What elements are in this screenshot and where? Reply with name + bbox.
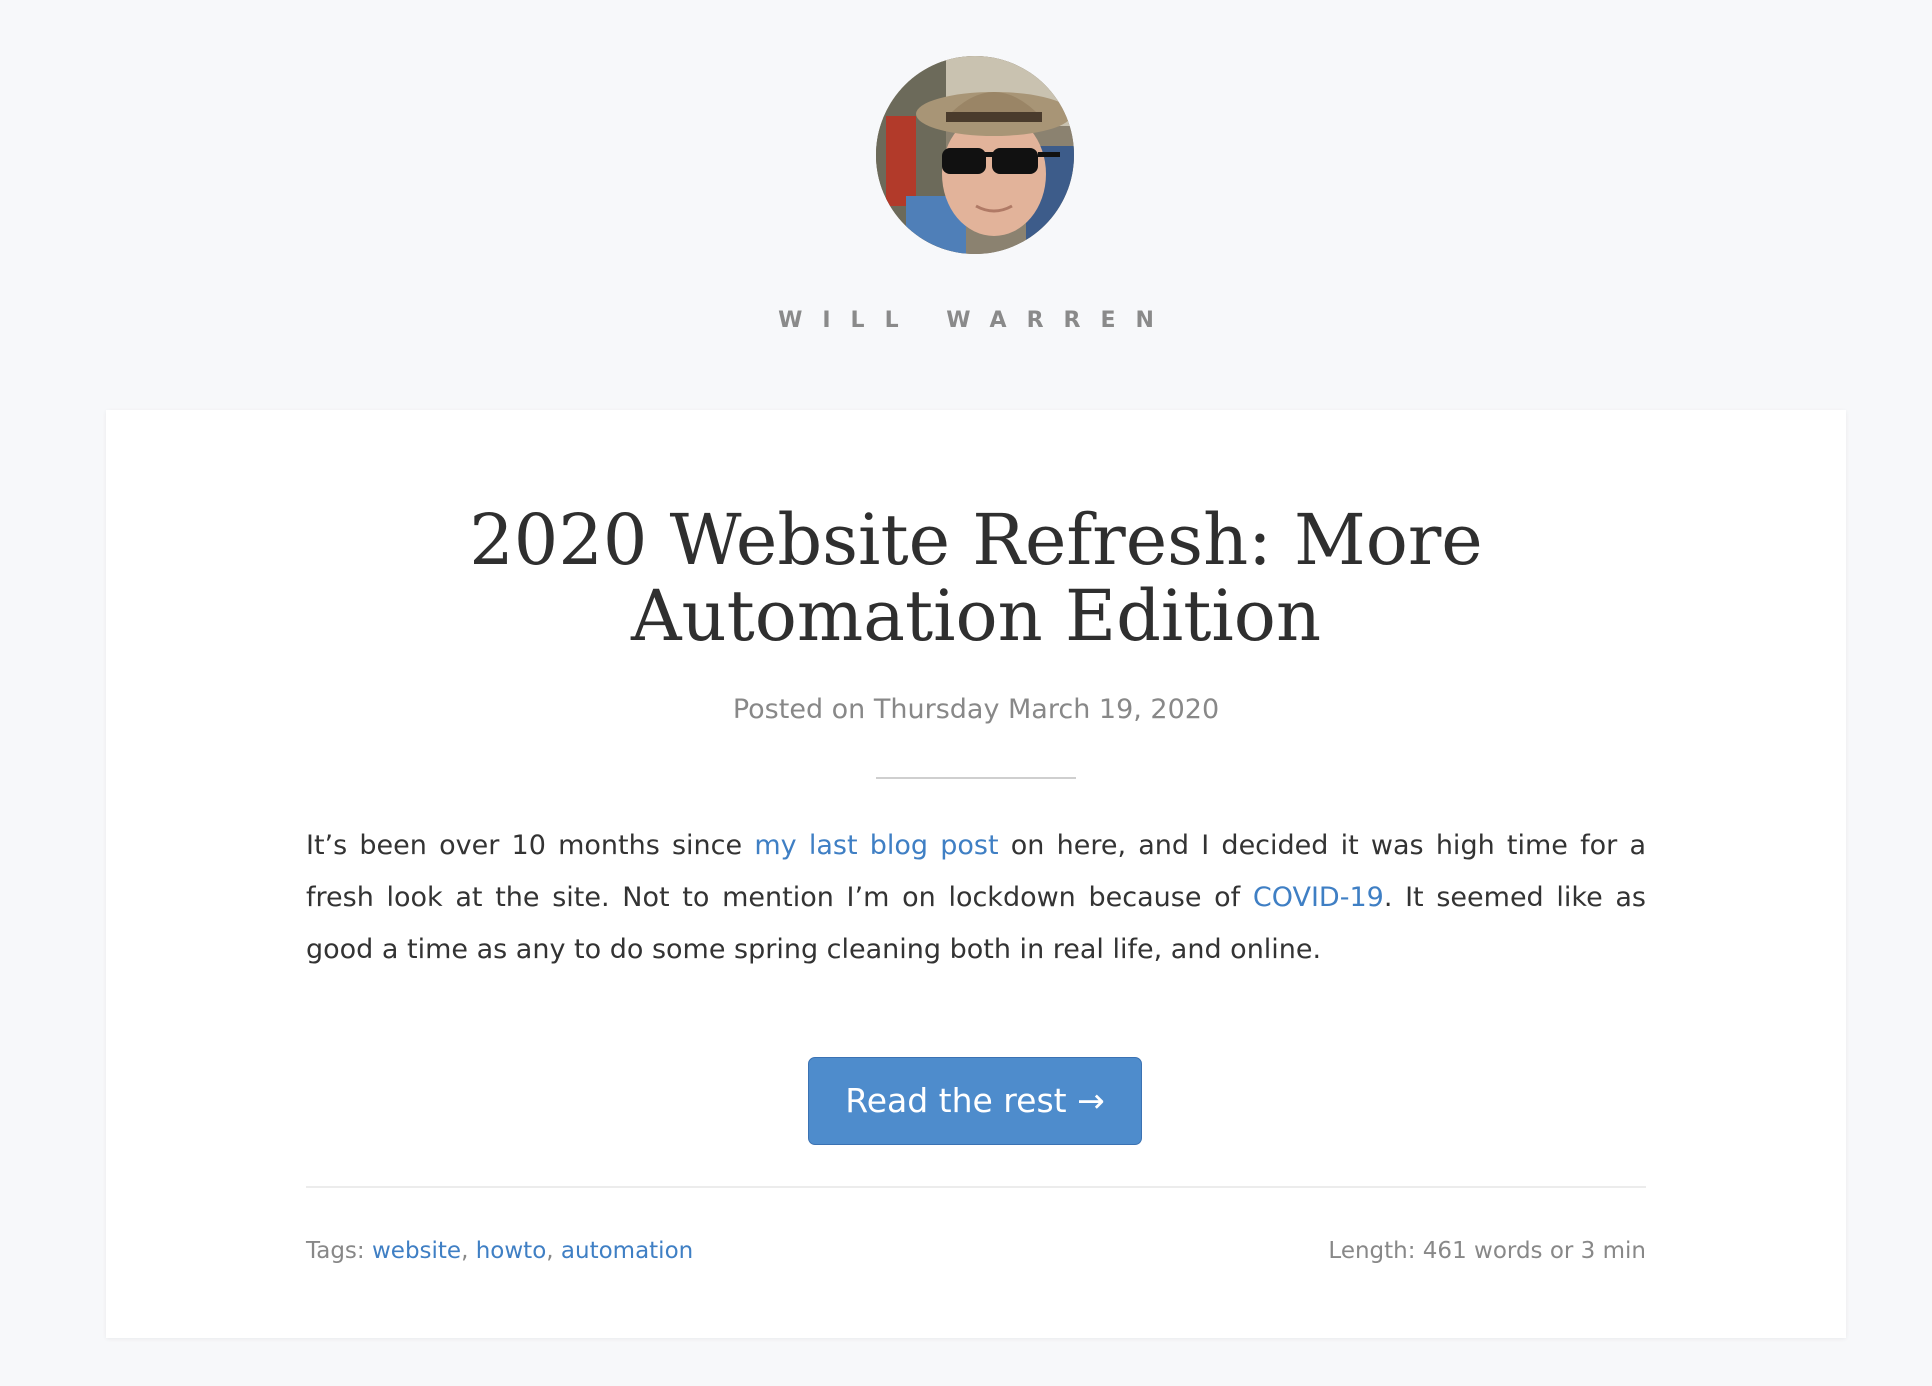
post-length: Length: 461 words or 3 min	[1328, 1238, 1646, 1264]
author-photo	[876, 56, 1074, 254]
post-title-link[interactable]: 2020 Website Refresh: More Automation Ed…	[106, 502, 1846, 654]
read-the-rest-button[interactable]: Read the rest →	[808, 1057, 1142, 1145]
post-title-line-2: Automation Edition	[630, 575, 1322, 657]
tag-howto-link[interactable]: howto	[476, 1238, 547, 1264]
author-avatar[interactable]	[876, 56, 1074, 254]
last-blog-post-link[interactable]: my last blog post	[754, 830, 998, 861]
site-name-link[interactable]: WILL WARREN	[0, 308, 1932, 333]
post-title-line-1: 2020 Website Refresh: More	[469, 499, 1483, 581]
site-header: WILL WARREN	[0, 0, 1932, 400]
tag-separator: ,	[461, 1238, 476, 1264]
post-footer-divider	[306, 1186, 1646, 1188]
excerpt-text-1: It’s been over 10 months since	[306, 830, 755, 861]
post-excerpt: It’s been over 10 months since my last b…	[306, 820, 1646, 976]
post-tags: Tags: website, howto, automation	[306, 1238, 693, 1264]
tag-automation-link[interactable]: automation	[561, 1238, 693, 1264]
covid-19-link[interactable]: COVID-19	[1253, 882, 1384, 913]
title-divider	[876, 777, 1076, 779]
post-card: 2020 Website Refresh: More Automation Ed…	[106, 410, 1846, 1338]
tags-label: Tags:	[306, 1238, 372, 1264]
post-date: Posted on Thursday March 19, 2020	[732, 694, 1220, 725]
tag-separator: ,	[546, 1238, 561, 1264]
tag-website-link[interactable]: website	[372, 1238, 461, 1264]
